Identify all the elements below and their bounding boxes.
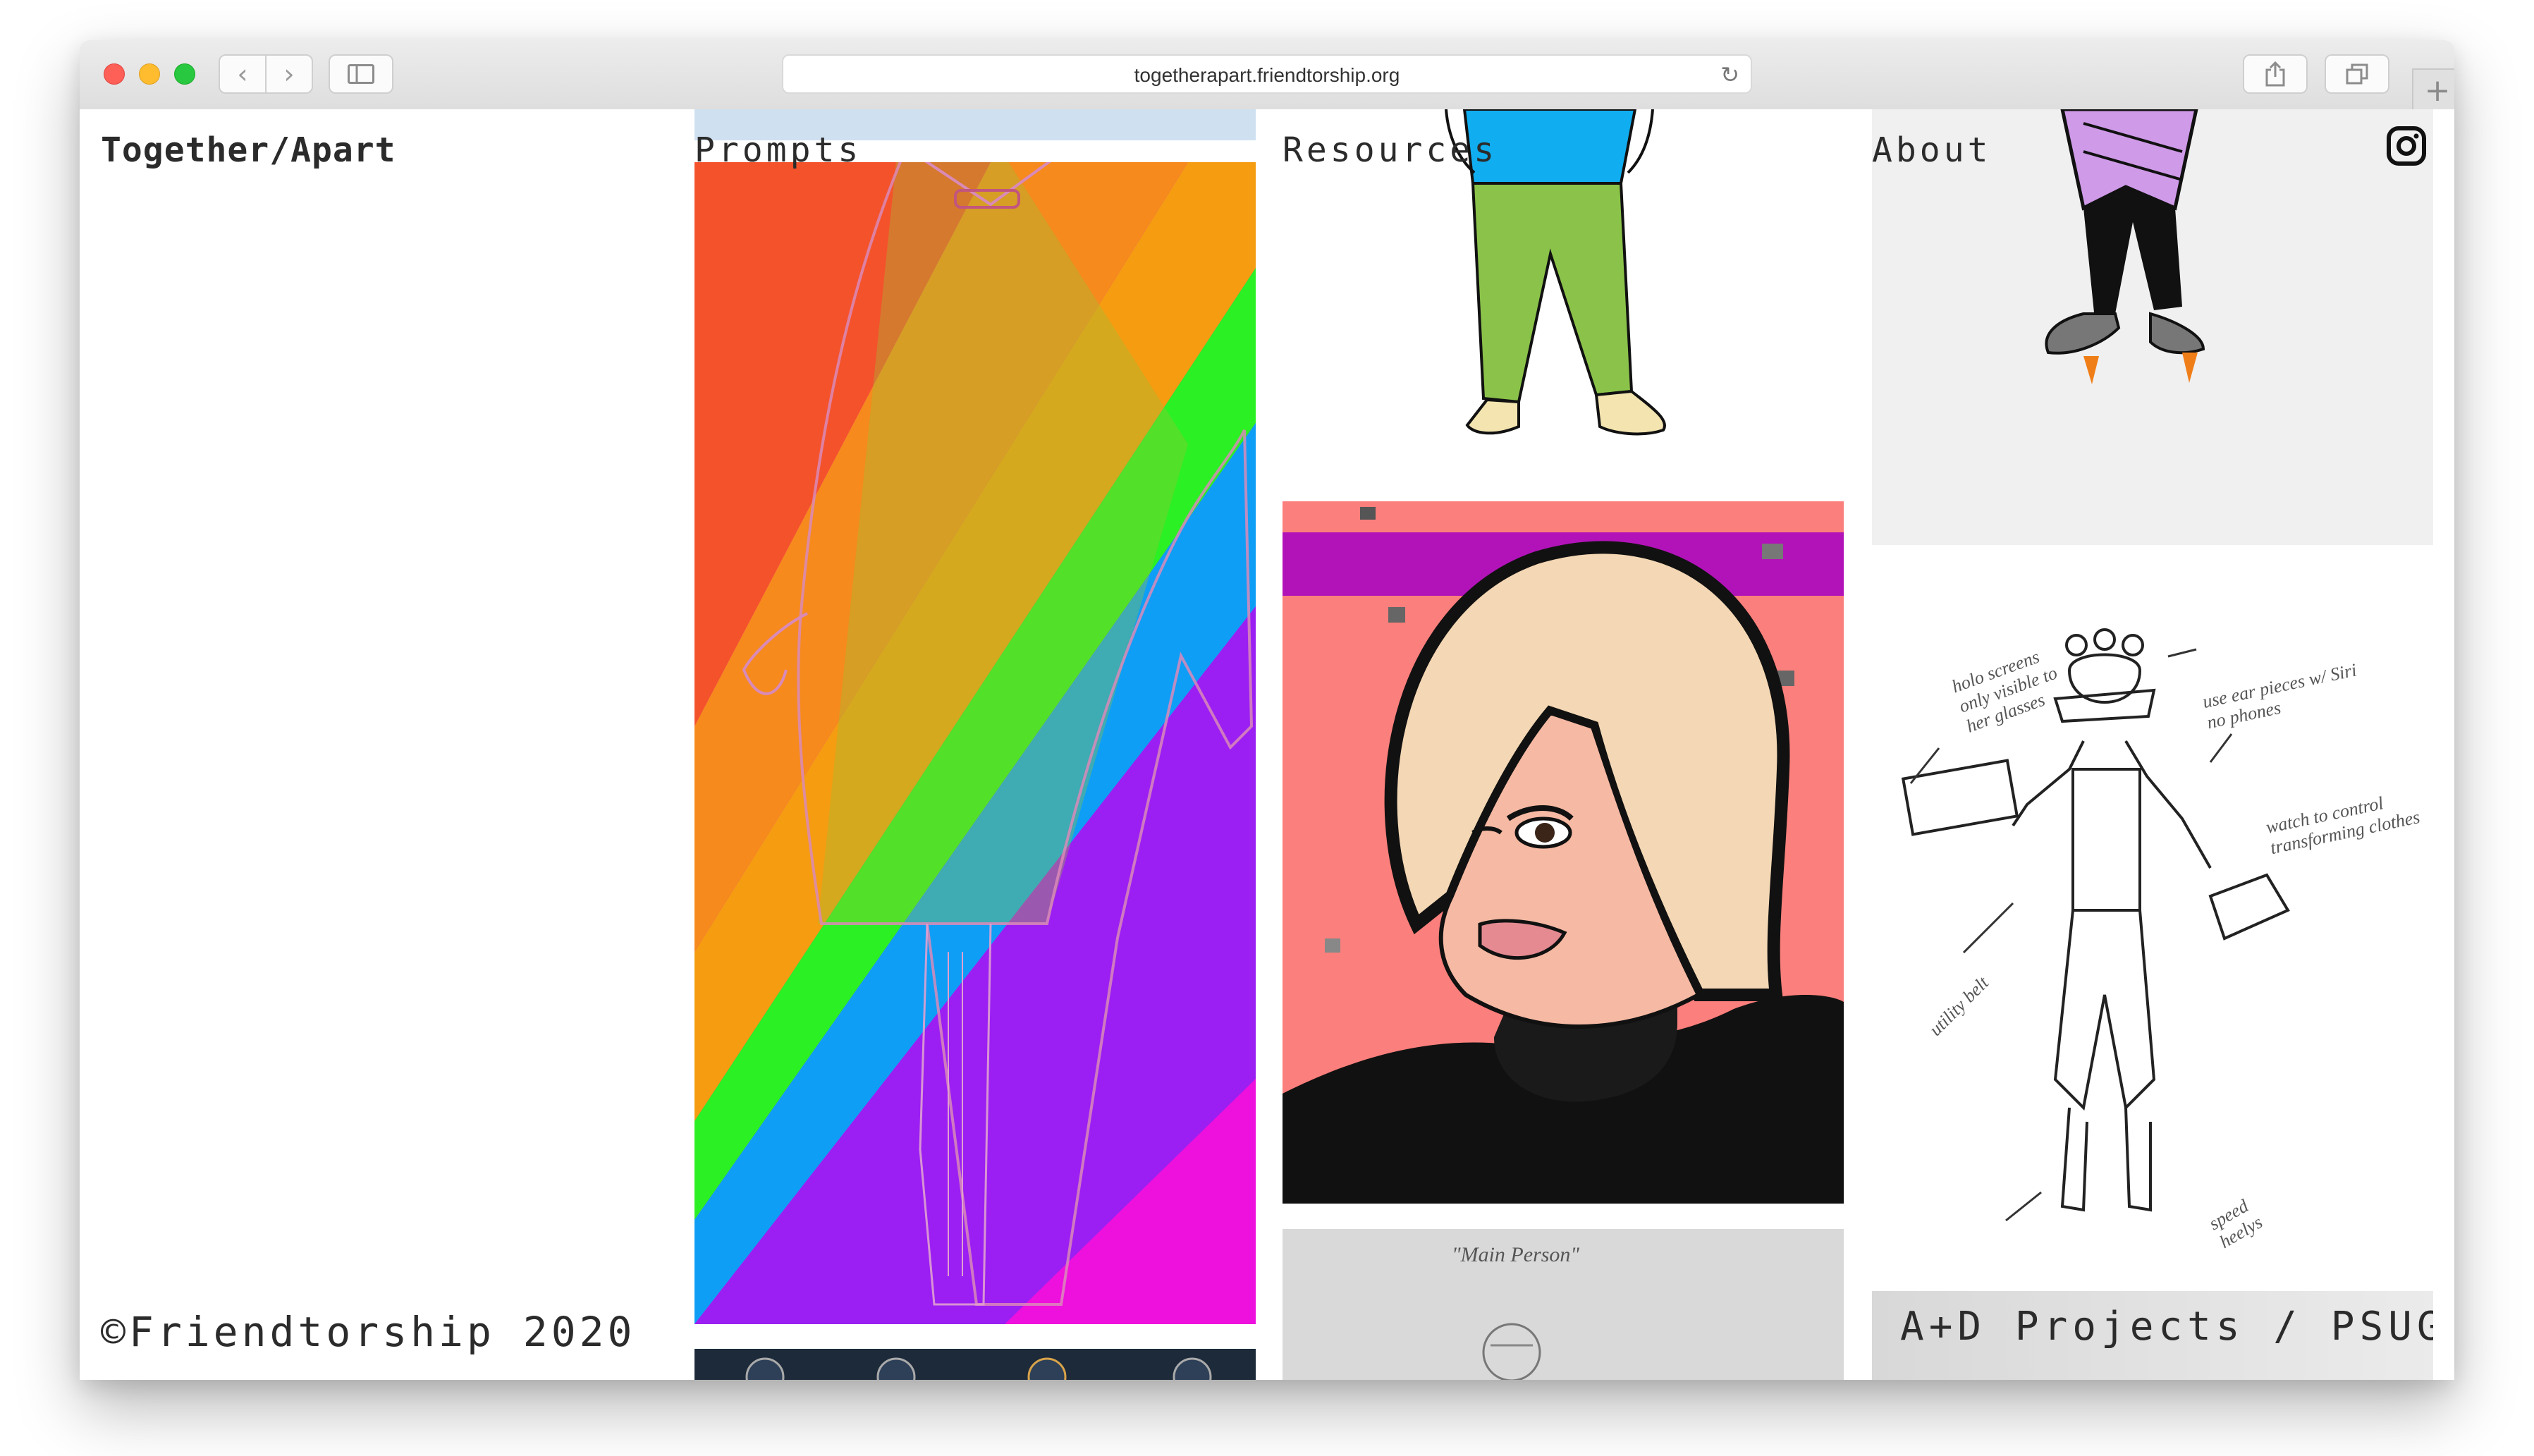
site-title[interactable]: Together/Apart — [101, 130, 396, 170]
instagram-icon[interactable] — [2385, 125, 2428, 167]
nav-about[interactable]: About — [1872, 130, 1992, 170]
rainbow-figure-drawing — [694, 162, 1256, 1324]
web-page: Together/Apart Prompts Resources About "… — [80, 109, 2454, 1380]
project-label[interactable]: A+D Projects / PSUGD — [1900, 1304, 2433, 1350]
new-tab-button[interactable]: + — [2412, 68, 2454, 111]
rainbow-artwork-tile[interactable] — [694, 162, 1256, 1324]
tabs-button[interactable] — [2325, 54, 2389, 94]
tabs-icon — [2346, 63, 2368, 85]
sidebar-icon — [348, 64, 374, 84]
dark-artwork-tile[interactable] — [694, 1349, 1256, 1380]
portrait-artwork-tile[interactable] — [1283, 501, 1844, 1204]
forward-button[interactable]: › — [265, 54, 313, 94]
round-portraits-thumbnail — [745, 1357, 1212, 1380]
browser-toolbar: ‹ › togetherapart.friendtorship.org ↻ + — [80, 40, 2454, 111]
share-button[interactable] — [2243, 54, 2308, 94]
reload-icon[interactable]: ↻ — [1720, 61, 1739, 88]
project-label-tile[interactable]: A+D Projects / PSUGD — [1872, 1291, 2433, 1380]
bob-haircut-portrait — [1283, 501, 1844, 1204]
pants-and-sneakers-drawing — [2045, 109, 2205, 384]
url-text[interactable]: togetherapart.friendtorship.org — [783, 64, 1751, 87]
browser-window: ‹ › togetherapart.friendtorship.org ↻ + … — [80, 40, 2454, 1380]
sneakers-artwork-tile[interactable] — [1872, 109, 2433, 545]
zoom-window-button[interactable] — [174, 63, 195, 85]
pencil-head-sketch — [1482, 1323, 1541, 1380]
minimize-window-button[interactable] — [139, 63, 160, 85]
close-window-button[interactable] — [104, 63, 125, 85]
chevron-left-icon: ‹ — [237, 59, 248, 90]
nav-prompts[interactable]: Prompts — [694, 130, 862, 170]
plus-icon: + — [2424, 72, 2451, 109]
pencil-sketch-artwork-tile[interactable]: "Main Person" — [1283, 1229, 1844, 1380]
footer-copyright: ©Friendtorship 2020 — [101, 1308, 636, 1356]
address-bar[interactable]: togetherapart.friendtorship.org ↻ — [782, 54, 1752, 94]
back-button[interactable]: ‹ — [219, 54, 267, 94]
character-concept-sketch-tile[interactable]: holo screens only visible to her glasses… — [1872, 572, 2433, 1305]
share-icon — [2265, 61, 2285, 87]
nav-resources[interactable]: Resources — [1283, 130, 1498, 170]
chevron-right-icon: › — [283, 59, 295, 90]
sidebar-toggle-button[interactable] — [329, 54, 393, 94]
